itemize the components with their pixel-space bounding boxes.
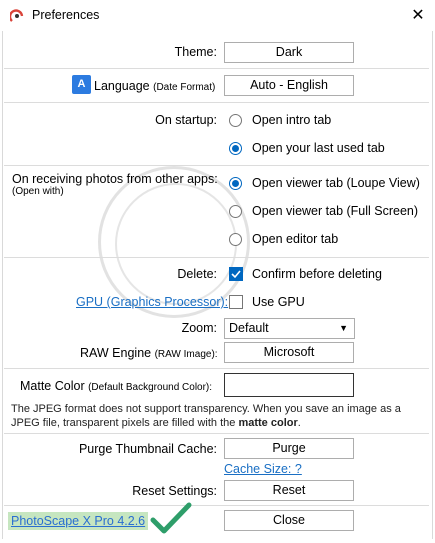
app-logo-icon <box>8 9 24 23</box>
jpeg-note: The JPEG format does not support transpa… <box>11 403 401 429</box>
startup-label: On startup: <box>155 113 217 127</box>
use-gpu-checkbox[interactable] <box>229 295 243 309</box>
matte-color-swatch[interactable] <box>224 373 354 397</box>
theme-label: Theme: <box>174 45 217 59</box>
checkmark-icon <box>231 270 241 279</box>
divider <box>4 68 429 69</box>
purge-label: Purge Thumbnail Cache: <box>78 442 217 456</box>
use-gpu-label: Use GPU <box>252 295 305 309</box>
zoom-select[interactable]: Default ▼ <box>224 318 355 339</box>
delete-confirm-label: Confirm before deleting <box>252 267 382 281</box>
purge-button[interactable]: Purge <box>224 438 354 459</box>
receiving-radio-fullscreen[interactable] <box>229 205 242 218</box>
receiving-option-editor: Open editor tab <box>252 232 339 246</box>
window-title: Preferences <box>32 8 100 22</box>
reset-label: Reset Settings: <box>132 484 217 498</box>
language-label: Language (Date Format) <box>94 79 216 93</box>
cache-size-link[interactable]: Cache Size: ? <box>224 462 302 476</box>
close-icon[interactable]: ✕ <box>408 5 428 25</box>
delete-label: Delete: <box>177 267 217 281</box>
receiving-radio-editor[interactable] <box>229 233 242 246</box>
divider <box>4 368 429 369</box>
raw-engine-button[interactable]: Microsoft <box>224 342 354 363</box>
close-button[interactable]: Close <box>224 510 354 531</box>
zoom-value: Default <box>229 321 269 335</box>
reset-button[interactable]: Reset <box>224 480 354 501</box>
divider <box>4 257 429 258</box>
gpu-link[interactable]: GPU (Graphics Processor): <box>76 295 228 309</box>
version-link[interactable]: PhotoScape X Pro 4.2.6 <box>8 512 149 530</box>
receiving-option-loupe: Open viewer tab (Loupe View) <box>252 176 420 190</box>
receiving-option-fullscreen: Open viewer tab (Full Screen) <box>252 204 419 218</box>
receiving-sublabel: (Open with) <box>12 186 64 197</box>
language-translate-icon: A <box>72 75 91 94</box>
raw-engine-label: RAW Engine (RAW Image): <box>80 346 218 360</box>
green-checkmark-icon <box>150 502 192 539</box>
zoom-label: Zoom: <box>181 321 217 335</box>
divider <box>4 165 429 166</box>
startup-option-intro: Open intro tab <box>252 113 332 127</box>
divider <box>4 102 429 103</box>
receiving-radio-loupe[interactable] <box>229 177 242 190</box>
startup-option-last-tab: Open your last used tab <box>252 141 385 155</box>
chevron-down-icon: ▼ <box>339 323 348 333</box>
receiving-label: On receiving photos from other apps: <box>12 172 218 186</box>
startup-radio-intro[interactable] <box>229 114 242 127</box>
divider <box>4 433 429 434</box>
matte-color-label: Matte Color (Default Background Color): <box>20 379 213 393</box>
divider <box>4 505 429 506</box>
delete-confirm-checkbox[interactable] <box>229 267 243 281</box>
startup-radio-last-tab[interactable] <box>229 142 242 155</box>
theme-button[interactable]: Dark <box>224 42 354 63</box>
language-button[interactable]: Auto - English <box>224 75 354 96</box>
